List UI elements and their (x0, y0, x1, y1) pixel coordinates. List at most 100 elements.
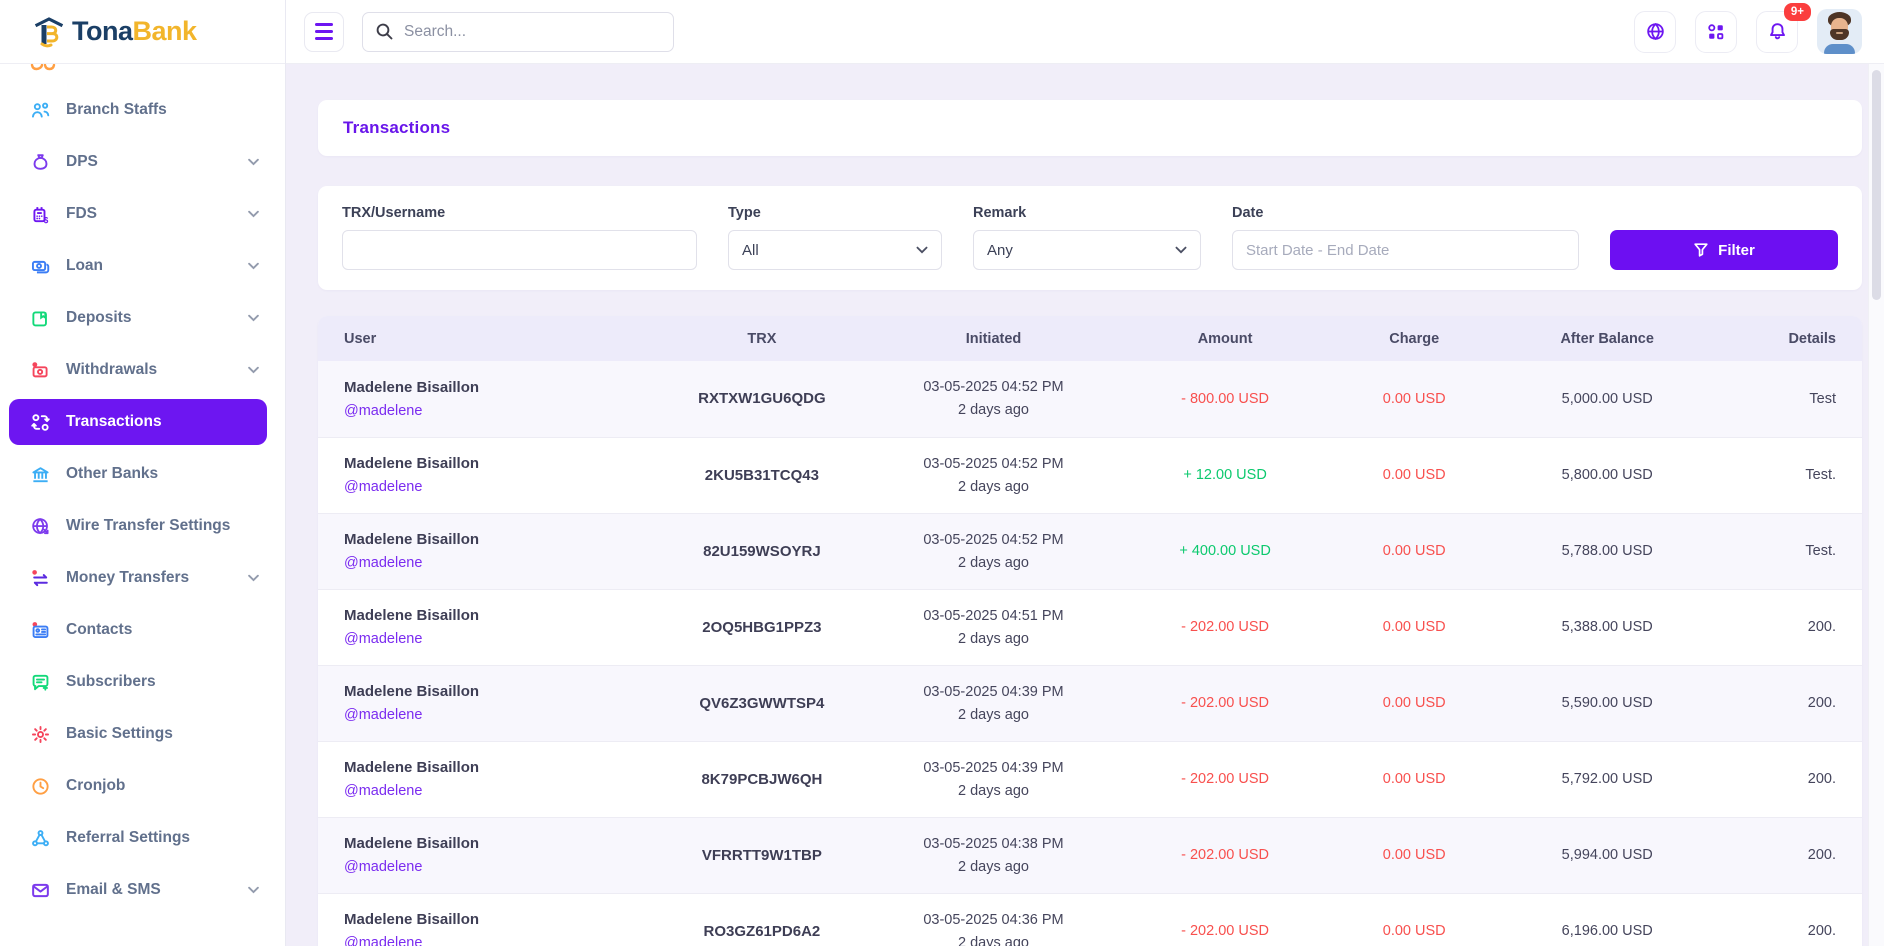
initiated-ago: 2 days ago (892, 707, 1095, 723)
sidebar-item-withdrawals[interactable]: Withdrawals (0, 344, 285, 396)
initiated-ago: 2 days ago (892, 859, 1095, 875)
sidebar-item-wire-transfer-settings[interactable]: Wire Transfer Settings (0, 500, 285, 552)
brand-logo[interactable]: TonaBank (0, 0, 285, 64)
trx-username-input[interactable] (342, 230, 697, 270)
sidebar-toggle-button[interactable] (304, 12, 344, 52)
sidebar-item-label: Referral Settings (66, 829, 190, 847)
details: 200. (1715, 741, 1862, 817)
sidebar-item-label: Subscribers (66, 673, 156, 691)
type-label: Type (728, 205, 942, 221)
table-row: Madelene Bisaillon@madelene 8K79PCBJW6QH… (318, 741, 1862, 817)
user-name: Madelene Bisaillon (344, 835, 632, 852)
scrollbar-thumb[interactable] (1872, 70, 1881, 300)
type-select[interactable]: All (728, 230, 942, 270)
svg-text:$: $ (44, 214, 49, 224)
trx-code: 8K79PCBJW6QH (658, 741, 866, 817)
table-header-row: User TRX Initiated Amount Charge After B… (318, 316, 1862, 361)
date-range-input[interactable] (1232, 230, 1579, 270)
sidebar-item-label: Branch Staffs (66, 101, 167, 119)
filter-remark-group: Remark Any (973, 205, 1201, 270)
initiated-date: 03-05-2025 04:38 PM (892, 836, 1095, 852)
sidebar-item-loan[interactable]: Loan (0, 240, 285, 292)
chevron-down-icon (248, 886, 259, 894)
sidebar-item-basic-settings[interactable]: Basic Settings (0, 708, 285, 760)
username-link[interactable]: @madelene (344, 479, 632, 495)
globe-transfer-icon (30, 516, 51, 537)
table-row: Madelene Bisaillon@madelene 82U159WSOYRJ… (318, 513, 1862, 589)
after-balance: 5,388.00 USD (1499, 589, 1715, 665)
user-name: Madelene Bisaillon (344, 911, 632, 928)
sidebar-item-dps[interactable]: DPS (0, 136, 285, 188)
page-header-card: Transactions (318, 100, 1862, 156)
sidebar-item-subscribers[interactable]: Subscribers (0, 656, 285, 708)
user-name: Madelene Bisaillon (344, 379, 632, 396)
cash-icon (30, 256, 51, 277)
username-link[interactable]: @madelene (344, 783, 632, 799)
col-header-amount: Amount (1121, 316, 1329, 361)
notifications-button[interactable]: 9+ (1756, 11, 1798, 53)
sidebar-item-label: Basic Settings (66, 725, 173, 743)
clock-icon (30, 776, 51, 797)
username-link[interactable]: @madelene (344, 631, 632, 647)
initiated-date: 03-05-2025 04:51 PM (892, 608, 1095, 624)
sidebar-item-label: Cronjob (66, 777, 125, 795)
sidebar-item-label: Wire Transfer Settings (66, 517, 230, 535)
sidebar-item-contacts[interactable]: Contacts (0, 604, 285, 656)
sidebar-item-cronjob[interactable]: Cronjob (0, 760, 285, 812)
amount: + 12.00 USD (1121, 437, 1329, 513)
money-bag-icon (30, 152, 51, 173)
funnel-icon (1693, 242, 1709, 258)
user-name: Madelene Bisaillon (344, 683, 632, 700)
bell-icon (1767, 21, 1788, 42)
transfer-arrows-icon (30, 568, 51, 589)
apps-grid-icon (1706, 22, 1726, 42)
col-header-user: User (318, 316, 658, 361)
user-avatar[interactable] (1817, 9, 1862, 54)
brand-name: TonaBank (72, 16, 197, 47)
username-link[interactable]: @madelene (344, 403, 632, 419)
amount: - 202.00 USD (1121, 817, 1329, 893)
apps-button[interactable] (1695, 11, 1737, 53)
details: 200. (1715, 893, 1862, 946)
globe-icon (1645, 21, 1666, 42)
username-link[interactable]: @madelene (344, 707, 632, 723)
notification-badge: 9+ (1784, 3, 1811, 21)
sidebar-item-referral-settings[interactable]: Referral Settings (0, 812, 285, 864)
username-link[interactable]: @madelene (344, 935, 632, 946)
sidebar-item-deposits[interactable]: Deposits (0, 292, 285, 344)
sidebar-item-money-transfers[interactable]: Money Transfers (0, 552, 285, 604)
remark-select[interactable]: Any (973, 230, 1201, 270)
gear-icon (30, 724, 51, 745)
after-balance: 5,788.00 USD (1499, 513, 1715, 589)
page-scrollbar[interactable] (1868, 64, 1884, 946)
sidebar-item-fds[interactable]: $ FDS (0, 188, 285, 240)
sidebar-item-label: Email & SMS (66, 881, 161, 899)
details: 200. (1715, 665, 1862, 741)
search-input[interactable] (404, 23, 661, 41)
username-link[interactable]: @madelene (344, 555, 632, 571)
amount: - 202.00 USD (1121, 893, 1329, 946)
search-box[interactable] (362, 12, 674, 52)
language-button[interactable] (1634, 11, 1676, 53)
sidebar-item-other-banks[interactable]: Other Banks (0, 448, 285, 500)
sidebar-item-email-sms[interactable]: Email & SMS (0, 864, 285, 916)
sidebar-nav: Branch Staffs DPS $ FDS (0, 64, 285, 916)
user-name: Madelene Bisaillon (344, 531, 632, 548)
initiated-ago: 2 days ago (892, 631, 1095, 647)
col-header-charge: Charge (1329, 316, 1499, 361)
partial-icon (30, 64, 56, 74)
sidebar-item-branch-staffs[interactable]: Branch Staffs (0, 84, 285, 136)
username-link[interactable]: @madelene (344, 859, 632, 875)
initiated-date: 03-05-2025 04:52 PM (892, 532, 1095, 548)
sidebar-item-transactions[interactable]: Transactions (9, 399, 267, 445)
wallet-icon (30, 308, 51, 329)
search-icon (375, 22, 394, 41)
chevron-down-icon (1175, 246, 1187, 254)
sidebar-item-partial[interactable] (0, 64, 285, 84)
users-icon (30, 100, 51, 121)
chevron-down-icon (248, 210, 259, 218)
details: 200. (1715, 589, 1862, 665)
transactions-table-card: User TRX Initiated Amount Charge After B… (318, 316, 1862, 946)
charge: 0.00 USD (1329, 893, 1499, 946)
filter-button[interactable]: Filter (1610, 230, 1838, 270)
